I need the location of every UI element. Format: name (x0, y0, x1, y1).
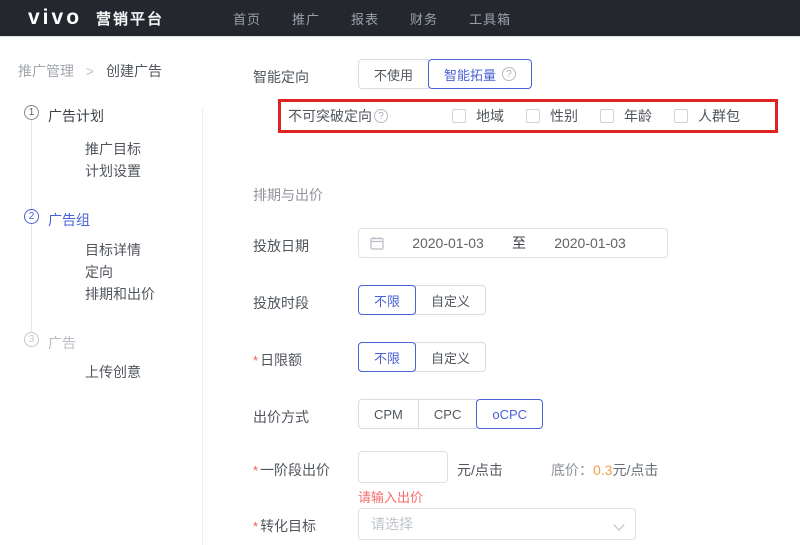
ad-creation-page: vivo 营销平台 首页 推广 报表 财务 工具箱 推广管理 > 创建广告 1 … (0, 0, 800, 545)
step2-sub-targeting[interactable]: 定向 (85, 262, 113, 282)
step3-sub-upload-creative[interactable]: 上传创意 (85, 362, 141, 382)
smart-targeting-label: 智能定向 (253, 69, 309, 85)
checkbox-region[interactable]: 地域 (452, 106, 504, 126)
strict-targeting-label-text: 不可突破定向 (288, 108, 372, 124)
breadcrumb-separator: > (85, 63, 95, 79)
platform-title: 营销平台 (96, 10, 165, 28)
nav-item-toolbox[interactable]: 工具箱 (469, 9, 511, 28)
floor-price-label: 底价： (551, 462, 593, 478)
floor-price-unit: 元/点击 (612, 462, 659, 478)
date-range-picker[interactable]: 2020-01-03 至 2020-01-03 (358, 228, 668, 258)
strict-targeting-highlight-box: 不可突破定向 ? 地域 性别 年龄 人群包 (278, 99, 778, 133)
checkbox-crowd[interactable]: 人群包 (674, 106, 740, 126)
gender-checkbox-label: 性别 (550, 108, 578, 124)
limit-unlimited-button[interactable]: 不限 (358, 342, 417, 372)
nav-item-report[interactable]: 报表 (351, 9, 379, 28)
time-slot-options: 不限 自定义 (358, 285, 487, 315)
time-unlimited-label: 不限 (374, 293, 401, 309)
checkbox-gender[interactable]: 性别 (526, 106, 578, 126)
smart-targeting-options: 不使用 智能拓量 ? (358, 59, 533, 89)
schedule-section-title: 排期与出价 (253, 187, 323, 203)
time-unlimited-button[interactable]: 不限 (358, 285, 417, 315)
calendar-icon (370, 236, 384, 250)
top-navigation-bar: vivo 营销平台 首页 推广 报表 财务 工具箱 (0, 0, 800, 37)
stage-bid-label-text: 一阶段出价 (260, 462, 331, 478)
bid-cpc-button[interactable]: CPC (417, 399, 478, 429)
step1-sub-promotion-goal[interactable]: 推广目标 (85, 139, 141, 159)
breadcrumb-current: 创建广告 (105, 63, 162, 79)
bid-ocpc-button[interactable]: oCPC (476, 399, 544, 429)
step2-title-ad-group[interactable]: 广告组 (48, 210, 90, 230)
time-custom-button[interactable]: 自定义 (415, 285, 487, 315)
time-slot-label: 投放时段 (253, 295, 309, 311)
smart-targeting-off-label: 不使用 (374, 67, 414, 83)
bid-ocpc-label: oCPC (492, 406, 528, 422)
breadcrumb-parent[interactable]: 推广管理 (18, 63, 74, 79)
checkbox-age[interactable]: 年龄 (600, 106, 652, 126)
gender-checkbox-box[interactable] (526, 109, 540, 123)
conversion-goal-label-text: 转化目标 (260, 518, 317, 534)
required-asterisk: * (253, 463, 259, 478)
age-checkbox-box[interactable] (600, 109, 614, 123)
step3-circle: 3 (24, 332, 39, 347)
required-asterisk: * (253, 353, 259, 368)
chevron-down-icon (613, 519, 625, 531)
stage-bid-error-message: 请输入出价 (358, 490, 424, 505)
daily-limit-options: 不限 自定义 (358, 342, 487, 372)
smart-targeting-on-label: 智能拓量 (444, 67, 497, 83)
sidebar-divider (202, 108, 203, 545)
strict-targeting-label: 不可突破定向 ? (288, 106, 388, 126)
crowd-checkbox-box[interactable] (674, 109, 688, 123)
step2-sub-goal-details[interactable]: 目标详情 (85, 240, 141, 260)
bid-cpm-label: CPM (374, 406, 403, 422)
step-connector-line (31, 119, 32, 335)
floor-price-value: 0.3 (593, 462, 613, 478)
help-icon[interactable]: ? (502, 67, 517, 81)
step2-circle: 2 (24, 209, 39, 224)
nav-item-home[interactable]: 首页 (233, 9, 261, 28)
limit-unlimited-label: 不限 (374, 350, 401, 366)
bid-type-options: CPM CPC oCPC (358, 399, 544, 429)
start-date-value[interactable]: 2020-01-03 (384, 235, 512, 251)
step1-title-ad-plan[interactable]: 广告计划 (48, 106, 104, 126)
step1-sub-plan-settings[interactable]: 计划设置 (85, 161, 141, 181)
limit-custom-label: 自定义 (431, 350, 471, 366)
date-label: 投放日期 (253, 238, 309, 254)
breadcrumb: 推广管理 > 创建广告 (18, 61, 162, 81)
daily-limit-label: * 日限额 (253, 350, 302, 370)
bid-type-label: 出价方式 (253, 409, 309, 425)
step2-sub-schedule-bid[interactable]: 排期和出价 (85, 284, 155, 304)
bid-cpc-label: CPC (433, 406, 462, 422)
crowd-checkbox-label: 人群包 (698, 108, 740, 124)
help-icon[interactable]: ? (374, 109, 388, 123)
end-date-value[interactable]: 2020-01-03 (526, 235, 654, 251)
date-to-separator: 至 (512, 235, 526, 251)
step3-title-ad[interactable]: 广告 (48, 333, 76, 353)
nav-item-promotion[interactable]: 推广 (292, 9, 320, 28)
region-checkbox-box[interactable] (452, 109, 466, 123)
limit-custom-button[interactable]: 自定义 (415, 342, 487, 372)
conversion-goal-select[interactable]: 请选择 (358, 508, 636, 540)
conversion-goal-label: * 转化目标 (253, 516, 316, 536)
smart-targeting-off-button[interactable]: 不使用 (358, 59, 430, 89)
age-checkbox-label: 年龄 (624, 108, 652, 124)
region-checkbox-label: 地域 (476, 108, 504, 124)
stage-bid-input[interactable] (358, 451, 448, 483)
top-nav-menu: 首页 推广 报表 财务 工具箱 (233, 0, 511, 37)
time-custom-label: 自定义 (431, 293, 471, 309)
bid-cpm-button[interactable]: CPM (358, 399, 419, 429)
smart-targeting-on-button[interactable]: 智能拓量 ? (428, 59, 533, 89)
floor-price-text: 底价：0.3元/点击 (551, 460, 658, 480)
vivo-logo: vivo (28, 6, 83, 29)
stage-bid-label: * 一阶段出价 (253, 460, 330, 480)
step1-circle: 1 (24, 105, 39, 120)
daily-limit-label-text: 日限额 (260, 352, 303, 368)
nav-item-finance[interactable]: 财务 (410, 9, 438, 28)
required-asterisk: * (253, 519, 259, 534)
stage-bid-unit: 元/点击 (457, 462, 503, 478)
conversion-goal-placeholder: 请选择 (371, 516, 413, 532)
